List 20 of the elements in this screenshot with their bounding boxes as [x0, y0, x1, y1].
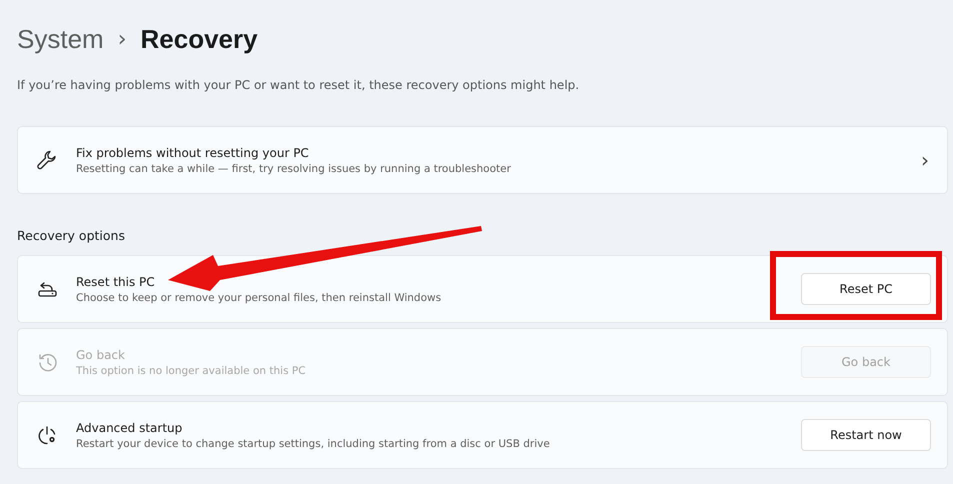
option-title: Advanced startup — [76, 420, 184, 434]
option-title: Go back — [76, 348, 126, 362]
breadcrumb-separator: › — [118, 26, 126, 52]
option-description: Choose to keep or remove your personal files, then reinstall Windows — [76, 292, 442, 304]
option-title: Fix problems without resetting your PC — [76, 146, 310, 160]
history-icon — [36, 352, 58, 372]
option-title: Reset this PC — [76, 274, 156, 288]
page-title: Recovery — [140, 24, 258, 54]
option-button[interactable]: Reset PC — [801, 273, 931, 305]
power-gear-icon — [36, 424, 58, 446]
option-button[interactable]: Restart now — [801, 419, 931, 451]
option-description: Resetting can take a while — first, try resolving issues by running a troubleshooter — [76, 162, 512, 174]
option-description: This option is no longer available on this PC — [76, 364, 307, 376]
chevron-icon: › — [921, 148, 929, 172]
wrench-icon — [36, 149, 58, 171]
breadcrumb-link[interactable]: System — [17, 24, 104, 54]
option-description: Restart your device to change startup settings, including starting from a disc or USB drive — [76, 438, 551, 450]
page-description: If you’re having problems with your PC or want to reset it, these recovery options might help. — [17, 78, 580, 92]
section-heading: Recovery options — [17, 228, 126, 243]
help-card[interactable]: Fix problems without resetting your PC Resetting can take a while — first, try resolving issues by running a troubleshooter › — [17, 126, 948, 194]
